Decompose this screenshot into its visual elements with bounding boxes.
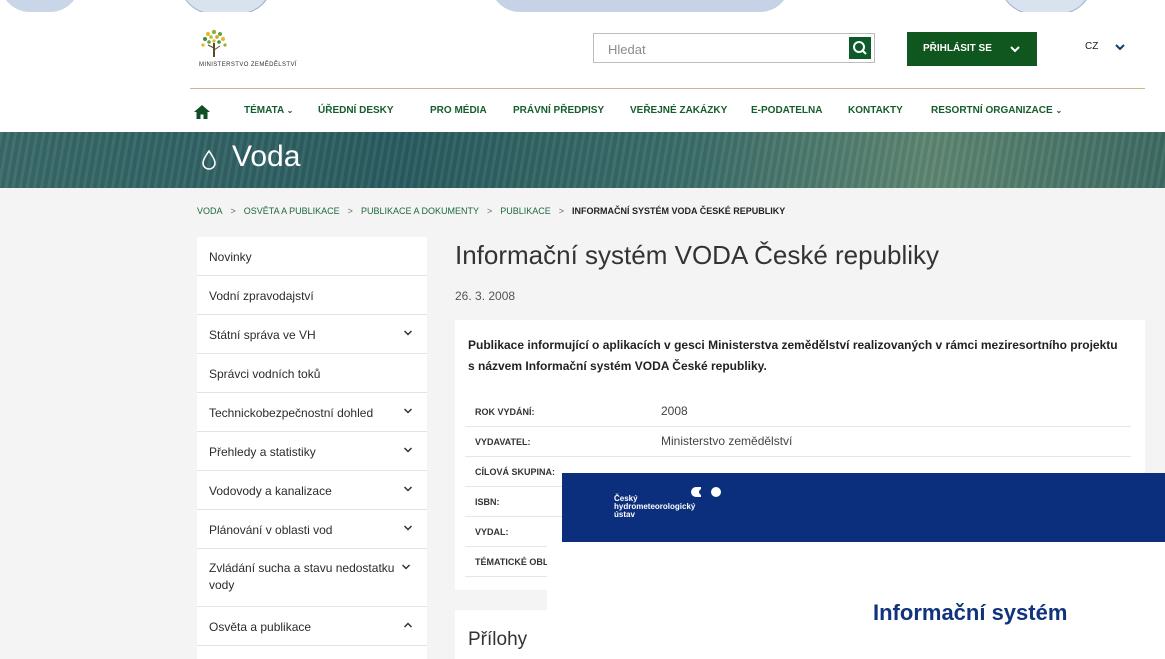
- chmi-heading: Informační systém: [873, 600, 1068, 625]
- sidebar-item-spravci-toku[interactable]: Správci vodních toků: [197, 354, 427, 393]
- chmi-logo-line: ústav: [614, 510, 635, 519]
- sidebar-item-label: Novinky: [209, 250, 252, 264]
- chevron-up-icon: [403, 622, 413, 628]
- sidebar-item-label: Technickobezpečnostní dohled: [209, 406, 374, 420]
- chevron-down-icon: [401, 564, 411, 570]
- sidebar-item-planovani[interactable]: Plánování v oblasti vod: [197, 510, 427, 549]
- search-box: [593, 33, 875, 64]
- sidebar-item-label: Osvěta a publikace: [209, 620, 312, 634]
- sidebar-item-statni-sprava[interactable]: Státní správa ve VH: [197, 315, 427, 354]
- sidebar-item-label: Plánování v oblasti vod: [209, 523, 333, 537]
- chevron-down-icon: [403, 447, 413, 453]
- top-decoration: [0, 0, 1165, 12]
- breadcrumb-link[interactable]: PUBLIKACE: [500, 206, 551, 216]
- chevron-down-icon: [403, 525, 413, 531]
- sidebar-item-label: Vodovody a kanalizace: [209, 484, 332, 498]
- login-label: PŘIHLÁSIT SE: [923, 43, 992, 54]
- sidebar-item-vodni-zpravodajstvi[interactable]: Vodní zpravodajství: [197, 276, 427, 315]
- meta-value: Ministerstvo zemědělství: [661, 434, 793, 448]
- nav-item-verejne-zakazky[interactable]: VEŘEJNÉ ZAKÁZKY: [630, 105, 727, 116]
- sidebar-item-label: Vodní zpravodajství: [209, 289, 314, 303]
- meta-row: ROK VYDÁNÍ: 2008: [465, 396, 1131, 427]
- breadcrumb: VODA > OSVĚTA A PUBLIKACE > PUBLIKACE A DOKU…: [197, 206, 786, 216]
- nav-item-pravni-predpisy[interactable]: PRÁVNÍ PŘEDPISY: [513, 105, 604, 116]
- chevron-down-icon: [1010, 46, 1020, 53]
- nav-item-resortni-organizace[interactable]: RESORTNÍ ORGANIZACE ⌄: [931, 105, 1062, 116]
- meta-key: TÉMATICKÉ OBLA: [475, 557, 555, 567]
- meta-key: VYDAL:: [475, 527, 509, 537]
- tree-logo-icon: [201, 29, 227, 57]
- breadcrumb-link[interactable]: OSVĚTA A PUBLIKACE: [244, 206, 340, 216]
- logo-text: Ministerstvo zemědělství: [199, 62, 297, 68]
- language-selector[interactable]: CZ: [1085, 41, 1098, 52]
- sidebar-item-label: Státní správa ve VH: [209, 328, 316, 342]
- search-button[interactable]: [849, 37, 871, 59]
- sidebar-item-vodovody[interactable]: Vodovody a kanalizace: [197, 471, 427, 510]
- chmi-header: Český hydrometeorologický ústav: [562, 473, 1165, 542]
- sidebar-item-novinky[interactable]: Novinky: [197, 237, 427, 276]
- page-title: Informační systém VODA České republiky: [455, 240, 940, 270]
- nav-item-temata[interactable]: TÉMATA ⌄: [244, 105, 293, 116]
- home-icon[interactable]: [193, 104, 211, 120]
- section-title: Voda: [232, 140, 301, 173]
- meta-key: CÍLOVÁ SKUPINA:: [475, 467, 556, 477]
- site-header: Ministerstvo zemědělství PŘIHLÁSIT SE CZ…: [0, 12, 1165, 132]
- chevron-down-icon: [403, 408, 413, 414]
- ministry-logo[interactable]: Ministerstvo zemědělství: [193, 26, 343, 74]
- search-input[interactable]: [606, 34, 830, 64]
- section-banner: Voda: [0, 132, 1165, 188]
- sidebar-item-prehledy[interactable]: Přehledy a statistiky: [197, 432, 427, 471]
- nav-divider: [190, 88, 1145, 89]
- chmi-content: Informační systém: [547, 542, 1165, 659]
- meta-key: ISBN:: [475, 497, 500, 507]
- sidebar-menu: Novinky Vodní zpravodajství Státní správ…: [197, 237, 427, 659]
- chevron-down-icon[interactable]: [1114, 41, 1126, 53]
- sidebar-item-technickobezpecnostni[interactable]: Technickobezpečnostní dohled: [197, 393, 427, 432]
- sidebar-item-osveta[interactable]: Osvěta a publikace: [197, 607, 427, 646]
- sidebar-item-label: Přehledy a statistiky: [209, 445, 316, 459]
- nav-item-uredni-desky[interactable]: ÚŘEDNÍ DESKY: [318, 105, 394, 116]
- banner-texture: [0, 132, 1165, 188]
- meta-key: ROK VYDÁNÍ:: [475, 407, 535, 417]
- drop-icon: [202, 149, 216, 170]
- attachments-title: Přílohy: [468, 629, 528, 650]
- breadcrumb-link[interactable]: PUBLIKACE A DOKUMENTY: [361, 206, 479, 216]
- search-icon: [853, 41, 867, 55]
- publication-lead: Publikace informující o aplikacích v ges…: [468, 338, 1118, 373]
- meta-row: VYDAVATEL: Ministerstvo zemědělství: [465, 426, 1131, 457]
- login-button[interactable]: PŘIHLÁSIT SE: [907, 32, 1037, 66]
- nav-item-pro-media[interactable]: PRO MÉDIA: [430, 105, 487, 116]
- chmi-logo-text[interactable]: Český hydrometeorologický ústav: [614, 495, 695, 519]
- meta-value: 2008: [661, 404, 688, 418]
- nav-item-e-podatelna[interactable]: E-PODATELNA: [751, 105, 822, 116]
- breadcrumb-current: INFORMAČNÍ SYSTÉM VODA ČESKÉ REPUBLIKY: [572, 206, 786, 216]
- breadcrumb-link[interactable]: VODA: [197, 206, 223, 216]
- chevron-down-icon: [403, 486, 413, 492]
- sidebar-item-label: Správci vodních toků: [209, 367, 321, 381]
- chevron-down-icon: [403, 330, 413, 336]
- sidebar-item-label: Zvládání sucha a stavu nedostatku vody: [209, 561, 395, 592]
- publication-date: 26. 3. 2008: [455, 289, 516, 303]
- nav-item-kontakty[interactable]: KONTAKTY: [848, 105, 903, 116]
- sidebar-item-zvladani-sucha[interactable]: Zvládání sucha a stavu nedostatku vody: [197, 549, 427, 607]
- meta-key: VYDAVATEL:: [475, 437, 531, 447]
